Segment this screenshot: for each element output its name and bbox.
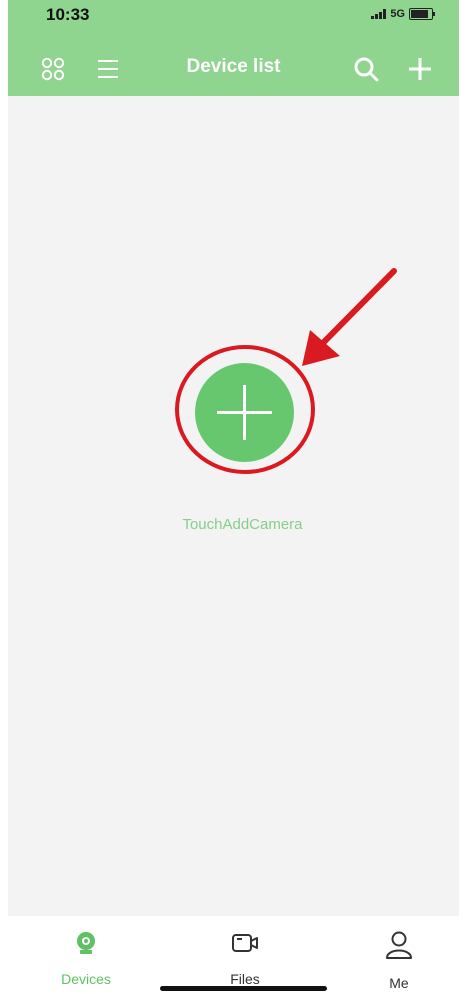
signal-icon — [371, 9, 387, 19]
plus-icon — [217, 385, 272, 440]
tab-files[interactable]: Files — [200, 930, 290, 987]
page-title: Device list — [186, 56, 281, 77]
tab-label-devices: Devices — [61, 971, 111, 987]
add-camera-label[interactable]: TouchAddCamera — [0, 516, 471, 533]
status-indicators: 5G — [371, 8, 435, 20]
home-indicator — [160, 986, 327, 991]
tab-label-me: Me — [389, 975, 409, 991]
battery-icon — [409, 8, 435, 20]
top-bar: 10:33 5G Device list — [8, 0, 459, 96]
add-device-icon[interactable] — [407, 56, 433, 82]
network-label: 5G — [390, 8, 405, 20]
tab-bar: Devices Files Me — [8, 916, 459, 994]
add-camera-button[interactable] — [195, 363, 294, 462]
status-time: 10:33 — [46, 5, 90, 24]
tab-me[interactable]: Me — [354, 930, 444, 991]
camera-icon — [77, 932, 95, 954]
tab-label-files: Files — [230, 971, 260, 987]
person-icon — [386, 931, 412, 959]
tab-devices[interactable]: Devices — [41, 930, 131, 987]
search-icon[interactable] — [353, 56, 379, 82]
files-icon — [232, 934, 258, 952]
device-list-area — [8, 96, 459, 916]
